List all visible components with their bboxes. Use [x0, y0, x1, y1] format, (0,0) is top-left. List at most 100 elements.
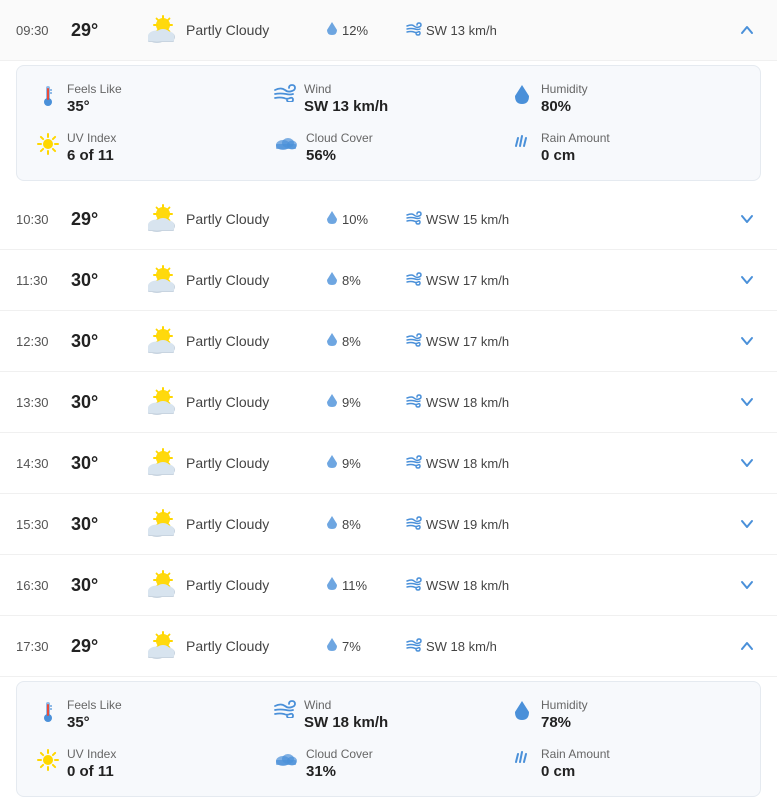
feels-like-detail: Feels Like 35°: [37, 82, 266, 115]
precipitation: 8%: [326, 332, 406, 351]
time-label: 09:30: [16, 23, 71, 38]
precipitation: 7%: [326, 637, 406, 656]
wind-value: WSW 19 km/h: [426, 517, 509, 532]
precip-value: 7%: [342, 639, 361, 654]
wind-icon: [406, 515, 422, 534]
humidity-icon: [511, 700, 533, 727]
feels-like-detail: Feels Like 35°: [37, 698, 266, 731]
wind-detail-label: Wind: [304, 82, 388, 96]
uv-icon: [37, 133, 59, 160]
chevron-down-icon[interactable]: [733, 456, 761, 470]
precip-drop-icon: [326, 515, 338, 534]
humidity-detail: Humidity 80%: [511, 82, 740, 115]
condition-label: Partly Cloudy: [186, 394, 326, 410]
feels-like-label: Feels Like: [67, 82, 122, 96]
feels-like-label: Feels Like: [67, 698, 122, 712]
condition-label: Partly Cloudy: [186, 516, 326, 532]
temperature: 30°: [71, 270, 136, 291]
precipitation: 8%: [326, 271, 406, 290]
wind-value: WSW 15 km/h: [426, 212, 509, 227]
precip-value: 12%: [342, 23, 368, 38]
wind-info: SW 13 km/h: [406, 21, 733, 40]
hourly-row[interactable]: 16:30 30° Partly Cloudy 11%: [0, 555, 777, 616]
temperature: 29°: [71, 209, 136, 230]
precip-drop-icon: [326, 637, 338, 656]
condition-label: Partly Cloudy: [186, 211, 326, 227]
condition-label: Partly Cloudy: [186, 455, 326, 471]
uv-label: UV Index: [67, 131, 116, 145]
hourly-row[interactable]: 10:30 29° Partly Cloudy 10%: [0, 189, 777, 250]
humidity-icon: [511, 84, 533, 111]
condition-label: Partly Cloudy: [186, 22, 326, 38]
precip-drop-icon: [326, 393, 338, 412]
chevron-down-icon[interactable]: [733, 212, 761, 226]
hourly-row[interactable]: 12:30 30° Partly Cloudy 8%: [0, 311, 777, 372]
wind-icon: [406, 454, 422, 473]
weather-icon: [136, 201, 186, 237]
precipitation: 8%: [326, 515, 406, 534]
uv-value: 6 of 11: [67, 147, 116, 164]
weather-icon: [136, 628, 186, 664]
chevron-down-icon[interactable]: [733, 273, 761, 287]
wind-info: WSW 18 km/h: [406, 393, 733, 412]
feels-like-value: 35°: [67, 98, 122, 115]
temperature: 29°: [71, 20, 136, 41]
precip-value: 8%: [342, 334, 361, 349]
time-label: 14:30: [16, 456, 71, 471]
wind-info: WSW 17 km/h: [406, 271, 733, 290]
temperature: 30°: [71, 575, 136, 596]
hourly-row[interactable]: 11:30 30° Partly Cloudy 8%: [0, 250, 777, 311]
chevron-up-icon[interactable]: [733, 23, 761, 37]
cloud-icon: [274, 133, 298, 156]
cloud-icon: [274, 749, 298, 772]
wind-value: WSW 18 km/h: [426, 578, 509, 593]
wind-icon: [406, 271, 422, 290]
hourly-row[interactable]: 17:30 29° Partly Cloudy 7%: [0, 616, 777, 677]
time-label: 17:30: [16, 639, 71, 654]
rain-label: Rain Amount: [541, 747, 610, 761]
condition-label: Partly Cloudy: [186, 638, 326, 654]
chevron-down-icon[interactable]: [733, 578, 761, 592]
uv-detail: UV Index 0 of 11: [37, 747, 266, 780]
wind-value: WSW 17 km/h: [426, 334, 509, 349]
precip-value: 8%: [342, 517, 361, 532]
chevron-up-icon[interactable]: [733, 639, 761, 653]
wind-detail-icon: [274, 700, 296, 723]
cloud-detail: Cloud Cover 31%: [274, 747, 503, 780]
time-label: 13:30: [16, 395, 71, 410]
thermometer-icon: [37, 84, 59, 113]
weather-icon: [136, 323, 186, 359]
condition-label: Partly Cloudy: [186, 333, 326, 349]
wind-value: SW 13 km/h: [426, 23, 497, 38]
precip-value: 11%: [342, 578, 367, 593]
wind-detail: Wind SW 13 km/h: [274, 82, 503, 115]
rain-icon: [511, 133, 533, 160]
time-label: 16:30: [16, 578, 71, 593]
precip-drop-icon: [326, 210, 338, 229]
rain-detail: Rain Amount 0 cm: [511, 131, 740, 164]
hourly-row[interactable]: 14:30 30° Partly Cloudy 9%: [0, 433, 777, 494]
hourly-row[interactable]: 09:30 29° Partly Cloudy 12%: [0, 0, 777, 61]
weather-icon: [136, 12, 186, 48]
chevron-down-icon[interactable]: [733, 395, 761, 409]
wind-value: WSW 17 km/h: [426, 273, 509, 288]
weather-icon: [136, 384, 186, 420]
chevron-down-icon[interactable]: [733, 517, 761, 531]
humidity-value: 78%: [541, 714, 588, 731]
precip-drop-icon: [326, 576, 338, 595]
precipitation: 9%: [326, 393, 406, 412]
wind-value: WSW 18 km/h: [426, 456, 509, 471]
hourly-row[interactable]: 15:30 30° Partly Cloudy 8%: [0, 494, 777, 555]
weather-icon: [136, 262, 186, 298]
humidity-detail: Humidity 78%: [511, 698, 740, 731]
chevron-down-icon[interactable]: [733, 334, 761, 348]
precipitation: 12%: [326, 21, 406, 40]
wind-value: SW 18 km/h: [426, 639, 497, 654]
detail-panel: Feels Like 35° Wind SW 13 km/h Humidity …: [16, 65, 761, 181]
time-label: 10:30: [16, 212, 71, 227]
hourly-row[interactable]: 13:30 30° Partly Cloudy 9%: [0, 372, 777, 433]
weather-icon: [136, 506, 186, 542]
wind-info: WSW 18 km/h: [406, 576, 733, 595]
precip-drop-icon: [326, 332, 338, 351]
time-label: 15:30: [16, 517, 71, 532]
